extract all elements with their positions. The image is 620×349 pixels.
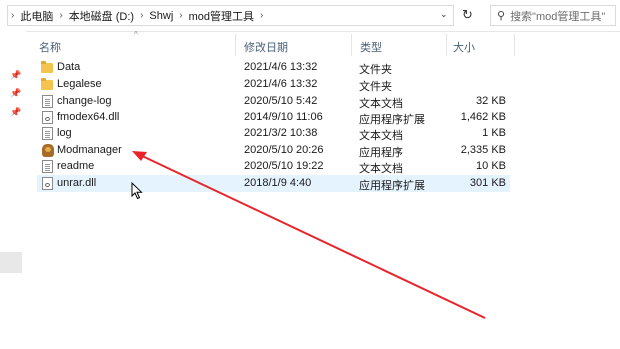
annotation-arrow-head bbox=[132, 151, 147, 161]
annotation-arrow-overlay bbox=[132, 151, 486, 319]
annotation-arrow-line bbox=[137, 153, 486, 319]
